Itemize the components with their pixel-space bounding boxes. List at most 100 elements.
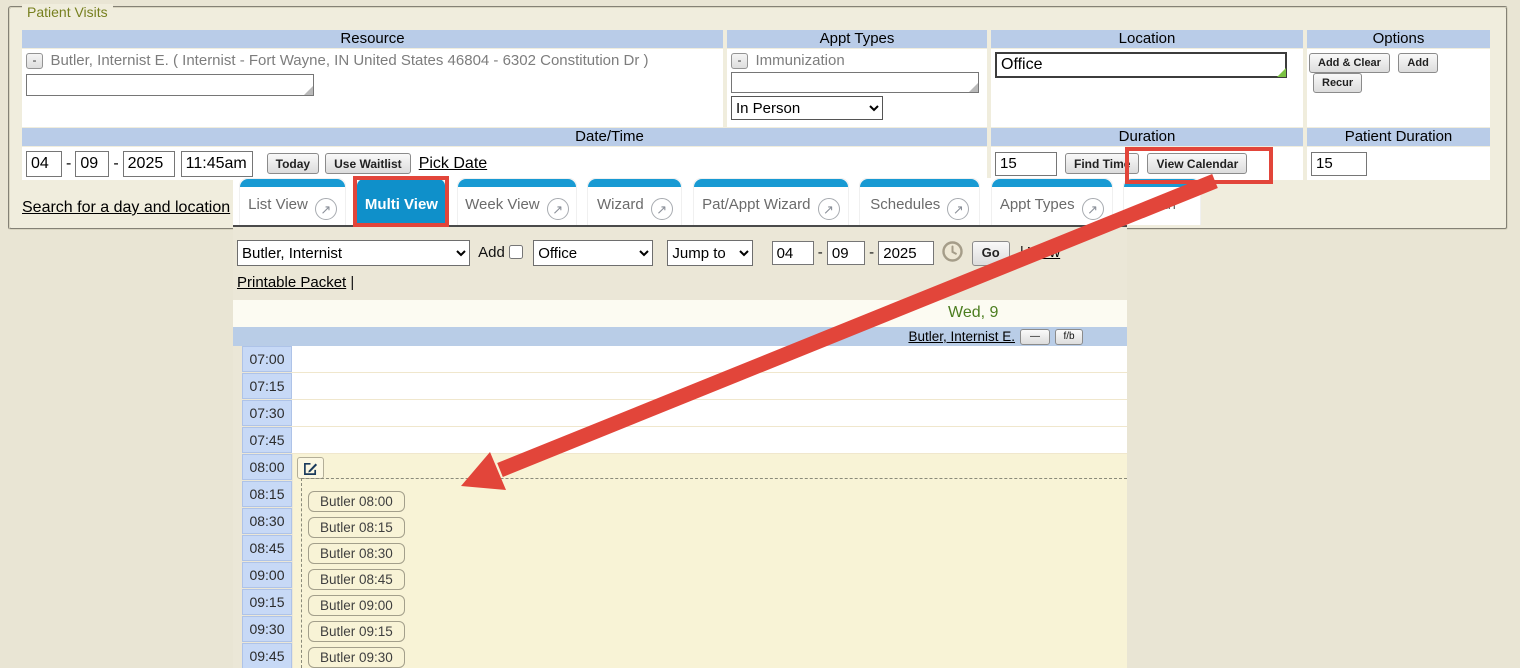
location-input[interactable] (995, 52, 1287, 78)
time-label: 09:45 (242, 643, 292, 668)
add-button[interactable]: Add (1398, 53, 1437, 73)
date-separator: - (869, 244, 874, 261)
collapse-appt-button[interactable]: - (731, 53, 748, 69)
column-header-options: Options (1307, 30, 1490, 48)
view-tabbar: List View↗ Multi View Week View↗ Wizard↗… (233, 178, 1127, 227)
tab-pat-appt-wizard[interactable]: Pat/Appt Wizard↗ (693, 178, 849, 225)
duration-input[interactable] (995, 152, 1057, 176)
visit-month-input[interactable] (26, 151, 62, 177)
fb-toggle-button[interactable]: f/b (1055, 329, 1083, 345)
tab-wizard[interactable]: Wizard↗ (587, 178, 682, 225)
toolbar-month-input[interactable] (772, 241, 814, 265)
open-new-icon[interactable]: ↗ (547, 198, 569, 220)
time-label: 08:00 (242, 454, 292, 480)
toolbar-day-input[interactable] (827, 241, 865, 265)
resource-cell: - Butler, Internist E. ( Internist - For… (22, 49, 723, 127)
time-label: 07:45 (242, 427, 292, 453)
location-cell (991, 49, 1303, 127)
time-label: 07:00 (242, 346, 292, 372)
visit-day-input[interactable] (75, 151, 109, 177)
time-picker-clock-icon[interactable] (942, 241, 963, 262)
time-label: 09:30 (242, 616, 292, 642)
pipe-separator: | (350, 274, 354, 291)
tab-multi-view[interactable]: Multi View (356, 178, 446, 225)
slot-area[interactable] (292, 373, 1127, 400)
find-time-button[interactable]: Find Time (1065, 153, 1139, 174)
column-header-patient-duration: Patient Duration (1307, 128, 1490, 146)
open-new-icon[interactable]: ↗ (315, 198, 337, 220)
edit-availability-button[interactable] (297, 457, 324, 479)
appt-search-wrap (731, 72, 979, 93)
time-grid: 07:00 07:15 07:30 07:45 08:00 08:15 08:3… (233, 346, 1127, 668)
today-button[interactable]: Today (267, 153, 319, 174)
appt-selected-text: Immunization (755, 52, 844, 69)
open-new-icon[interactable]: ↗ (1082, 198, 1104, 220)
column-header-location: Location (991, 30, 1303, 48)
slot-button[interactable]: Butler 08:45 (308, 569, 405, 590)
tab-partial[interactable]: Can (1123, 178, 1201, 225)
jump-to-select[interactable]: Jump to (667, 240, 753, 266)
time-label: 08:45 (242, 535, 292, 561)
duration-cell: Find Time View Calendar (991, 147, 1303, 180)
recur-button[interactable]: Recur (1313, 73, 1362, 93)
tab-week-view[interactable]: Week View↗ (457, 178, 577, 225)
time-row: 07:45 (233, 427, 1127, 454)
resize-grip-icon[interactable] (969, 83, 978, 92)
column-header-datetime: Date/Time (22, 128, 987, 146)
calendar-toolbar: Butler, Internist Add Office Jump to - -… (237, 238, 1123, 298)
appt-mode-select[interactable]: In Person (731, 96, 883, 120)
column-header-duration: Duration (991, 128, 1303, 146)
resource-selected-text: Butler, Internist E. ( Internist - Fort … (50, 52, 648, 69)
visit-time-input[interactable] (181, 151, 253, 177)
slot-area[interactable] (292, 346, 1127, 373)
patient-duration-input[interactable] (1311, 152, 1367, 176)
time-row: 07:30 (233, 400, 1127, 427)
open-new-icon[interactable]: ↗ (818, 198, 840, 220)
collapse-resource-button[interactable]: - (26, 53, 43, 69)
visit-year-input[interactable] (123, 151, 175, 177)
pick-date-link[interactable]: Pick Date (419, 155, 487, 173)
date-separator: - (66, 155, 71, 173)
tab-schedules[interactable]: Schedules↗ (859, 178, 980, 225)
day-header-label: Wed, 9 (948, 304, 998, 322)
add-checkbox-label: Add (478, 244, 505, 261)
slot-area[interactable] (292, 427, 1127, 454)
resource-search-input[interactable] (26, 74, 314, 96)
slot-button[interactable]: Butler 08:00 (308, 491, 405, 512)
time-row: 07:00 (233, 346, 1127, 373)
slot-area[interactable] (292, 400, 1127, 427)
resource-column-link[interactable]: Butler, Internist E. (908, 329, 1015, 344)
time-label: 08:30 (242, 508, 292, 534)
tab-list-view[interactable]: List View↗ (239, 178, 346, 225)
datetime-cell: - - Today Use Waitlist Pick Date (22, 147, 987, 180)
search-day-location-link[interactable]: Search for a day and location (22, 199, 230, 217)
use-waitlist-button[interactable]: Use Waitlist (325, 153, 411, 174)
toolbar-year-input[interactable] (878, 241, 934, 265)
location-input-wrap (995, 52, 1287, 78)
appt-search-input[interactable] (731, 72, 979, 93)
tab-appt-types[interactable]: Appt Types↗ (991, 178, 1113, 225)
open-new-icon[interactable]: ↗ (947, 198, 969, 220)
day-header-row: Wed, 9 (233, 300, 1127, 327)
collapse-column-button[interactable]: — (1020, 329, 1050, 345)
provider-select[interactable]: Butler, Internist (237, 240, 470, 266)
add-provider-checkbox[interactable] (509, 245, 523, 259)
time-row: 07:15 (233, 373, 1127, 400)
go-button[interactable]: Go (972, 241, 1010, 266)
slot-button[interactable]: Butler 09:15 (308, 621, 405, 642)
resize-grip-icon[interactable] (1277, 68, 1286, 77)
slot-button[interactable]: Butler 09:00 (308, 595, 405, 616)
panel-legend: Patient Visits (22, 4, 113, 20)
slot-button[interactable]: Butler 08:30 (308, 543, 405, 564)
column-header-appt-types: Appt Types (727, 30, 987, 48)
slot-button[interactable]: Butler 09:30 (308, 647, 405, 668)
slot-button[interactable]: Butler 08:15 (308, 517, 405, 538)
add-and-clear-button[interactable]: Add & Clear (1309, 53, 1390, 73)
column-header-resource: Resource (22, 30, 723, 48)
view-calendar-button[interactable]: View Calendar (1147, 153, 1247, 174)
open-new-icon[interactable]: ↗ (651, 198, 673, 220)
pipe-separator: | (1020, 244, 1024, 261)
resize-grip-icon[interactable] (304, 86, 313, 95)
location-select[interactable]: Office (533, 240, 653, 266)
time-label: 09:15 (242, 589, 292, 615)
